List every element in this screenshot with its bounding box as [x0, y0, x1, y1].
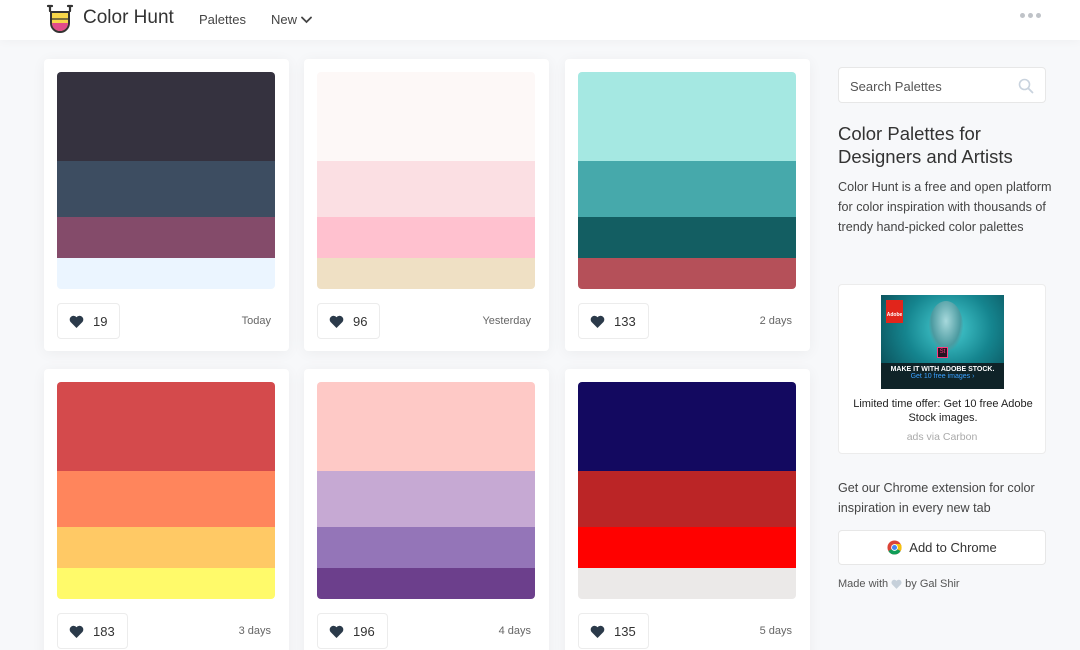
nav-palettes-link[interactable]: Palettes: [199, 12, 246, 27]
swatch-color[interactable]: [317, 568, 535, 599]
nav-new-label: New: [271, 12, 298, 27]
stock-app-icon: St: [937, 347, 948, 358]
swatch-color[interactable]: [57, 382, 275, 471]
like-button[interactable]: 96: [317, 303, 381, 339]
search-input[interactable]: [850, 77, 1010, 95]
heart-icon: [891, 579, 902, 589]
chevron-down-icon: [301, 16, 312, 24]
credit-prefix: Made with: [838, 578, 889, 590]
heart-icon: [329, 625, 344, 638]
swatch-color[interactable]: [57, 161, 275, 217]
footer-credit: Made with by Gal Shir: [838, 578, 960, 590]
top-header: Color Hunt Palettes New: [0, 0, 1080, 40]
ad-image[interactable]: Adobe St MAKE IT WITH ADOBE STOCK. Get 1…: [881, 295, 1004, 389]
more-dots-icon[interactable]: [1020, 13, 1041, 18]
swatch-color[interactable]: [578, 382, 796, 471]
ad-headline: MAKE IT WITH ADOBE STOCK.: [890, 366, 995, 373]
like-count: 19: [93, 313, 108, 329]
heart-icon: [69, 315, 84, 328]
color-hunt-logo-icon[interactable]: [46, 3, 74, 33]
palette-date: 4 days: [498, 625, 531, 637]
swatch-color[interactable]: [57, 72, 275, 161]
heart-icon: [69, 625, 84, 638]
chrome-icon: [887, 540, 902, 555]
like-button[interactable]: 133: [578, 303, 649, 339]
palette-card: 96 Yesterday: [304, 59, 549, 351]
like-button[interactable]: 135: [578, 613, 649, 649]
palette-swatches[interactable]: [57, 382, 275, 599]
palette-card: 133 2 days: [565, 59, 810, 351]
sidebar-description: Color Hunt is a free and open platform f…: [838, 180, 1052, 234]
search-box: [838, 67, 1046, 103]
ad-text[interactable]: Limited time offer: Get 10 free Adobe St…: [847, 397, 1039, 425]
add-to-chrome-button[interactable]: Add to Chrome: [838, 530, 1046, 565]
palette-card: 183 3 days: [44, 369, 289, 650]
carbon-ad: Adobe St MAKE IT WITH ADOBE STOCK. Get 1…: [838, 284, 1046, 454]
palette-date: Yesterday: [482, 315, 531, 327]
swatch-color[interactable]: [57, 217, 275, 258]
nav-new-dropdown[interactable]: New: [271, 12, 312, 27]
swatch-color[interactable]: [317, 258, 535, 289]
palette-swatches[interactable]: [317, 72, 535, 289]
palette-swatches[interactable]: [578, 72, 796, 289]
palette-date: 2 days: [759, 315, 792, 327]
like-count: 183: [93, 623, 115, 639]
swatch-color[interactable]: [317, 527, 535, 568]
like-button[interactable]: 196: [317, 613, 388, 649]
swatch-color[interactable]: [578, 217, 796, 258]
swatch-color[interactable]: [578, 72, 796, 161]
search-icon[interactable]: [1018, 78, 1034, 94]
adobe-logo: Adobe: [886, 300, 903, 323]
ad-subline: Get 10 free images ›: [910, 373, 975, 380]
palette-swatches[interactable]: [57, 72, 275, 289]
like-button[interactable]: 183: [57, 613, 128, 649]
swatch-color[interactable]: [317, 161, 535, 217]
extension-text: Get our Chrome extension for color inspi…: [838, 481, 1035, 515]
like-count: 96: [353, 313, 368, 329]
sidebar-title: Color Palettes for Designers and Artists: [838, 123, 1013, 167]
palette-date: 5 days: [759, 625, 792, 637]
like-count: 196: [353, 623, 375, 639]
palette-card: 196 4 days: [304, 369, 549, 650]
ad-via-carbon[interactable]: ads via Carbon: [839, 431, 1045, 443]
swatch-color[interactable]: [317, 382, 535, 471]
heart-icon: [590, 315, 605, 328]
heart-icon: [590, 625, 605, 638]
swatch-color[interactable]: [578, 258, 796, 289]
ad-band: MAKE IT WITH ADOBE STOCK. Get 10 free im…: [881, 363, 1004, 389]
swatch-color[interactable]: [578, 527, 796, 568]
palette-swatches[interactable]: [317, 382, 535, 599]
swatch-color[interactable]: [578, 568, 796, 599]
ad-portrait: [929, 301, 963, 351]
brand-name[interactable]: Color Hunt: [83, 7, 174, 29]
palette-card: 19 Today: [44, 59, 289, 351]
palette-card: 135 5 days: [565, 369, 810, 650]
swatch-color[interactable]: [578, 471, 796, 527]
heart-icon: [329, 315, 344, 328]
swatch-color[interactable]: [57, 527, 275, 568]
swatch-color[interactable]: [317, 72, 535, 161]
swatch-color[interactable]: [57, 258, 275, 289]
credit-author-link[interactable]: by Gal Shir: [905, 578, 959, 590]
swatch-color[interactable]: [317, 471, 535, 527]
like-count: 135: [614, 623, 636, 639]
like-button[interactable]: 19: [57, 303, 121, 339]
swatch-color[interactable]: [578, 161, 796, 217]
like-count: 133: [614, 313, 636, 329]
palette-date: Today: [241, 315, 271, 327]
add-to-chrome-label: Add to Chrome: [909, 540, 997, 555]
swatch-color[interactable]: [57, 568, 275, 599]
palette-date: 3 days: [238, 625, 271, 637]
palette-swatches[interactable]: [578, 382, 796, 599]
swatch-color[interactable]: [317, 217, 535, 258]
swatch-color[interactable]: [57, 471, 275, 527]
